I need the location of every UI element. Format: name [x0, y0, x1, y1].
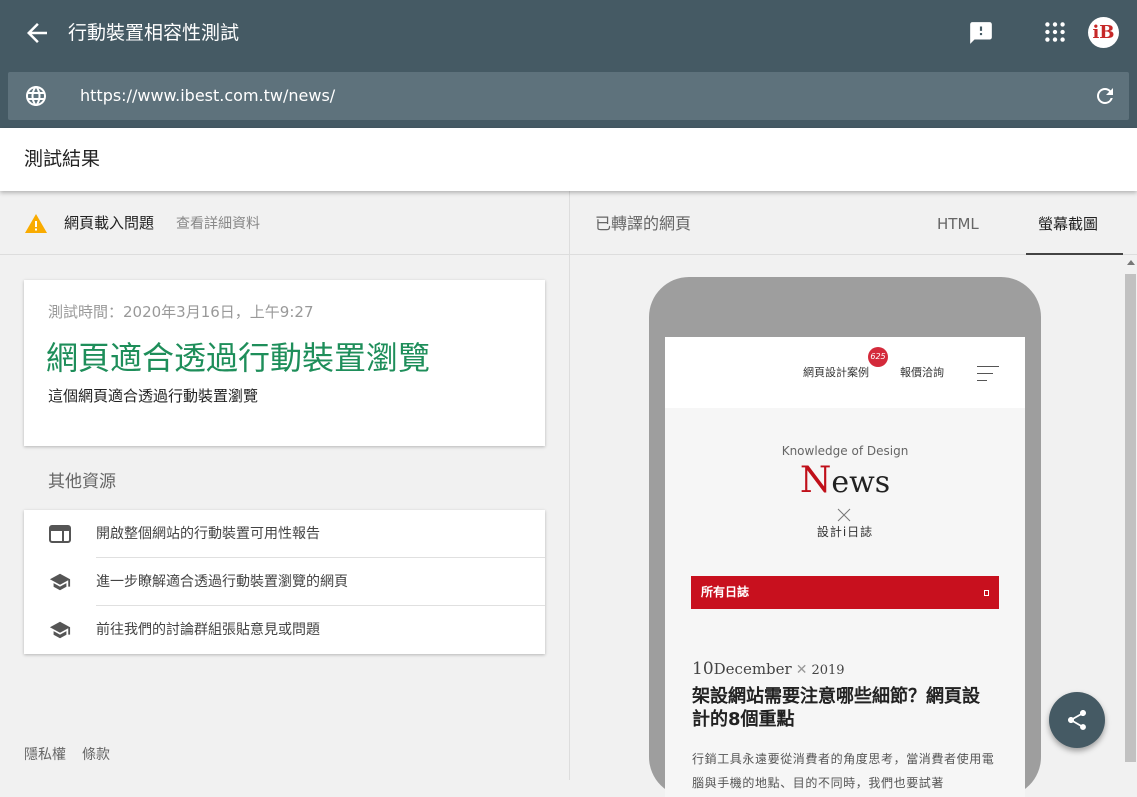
- list-item[interactable]: 進一步瞭解適合透過行動裝置瀏覽的網頁: [24, 558, 545, 606]
- result-title: 測試結果: [24, 148, 101, 170]
- globe-icon: [24, 84, 48, 108]
- url-input[interactable]: https://www.ibest.com.tw/news/: [80, 84, 335, 108]
- phone-screenshot: 網頁設計案例 625 報價洽詢 Knowledge of Design News…: [665, 337, 1025, 797]
- tab-html[interactable]: HTML: [937, 213, 979, 235]
- hamburger-menu-icon: [977, 365, 999, 383]
- list-item-label: 開啟整個網站的行動裝置可用性報告: [96, 526, 320, 542]
- resources-list: 開啟整個網站的行動裝置可用性報告 進一步瞭解適合透過行動裝置瀏覽的網頁 前往我們…: [24, 510, 545, 654]
- active-tab-indicator: [1026, 253, 1123, 255]
- url-bar[interactable]: https://www.ibest.com.tw/news/: [8, 72, 1129, 120]
- preview-badge: 625: [868, 347, 888, 367]
- preview-date: 10December ✕ 2019: [692, 659, 845, 679]
- preview-category-bar: 所有日誌: [691, 576, 999, 609]
- feedback-icon[interactable]: [968, 20, 994, 46]
- preview-header: 網頁設計案例 625 報價洽詢: [665, 337, 1025, 408]
- preview-news-title: News: [799, 460, 891, 501]
- scrollbar-thumb[interactable]: [1125, 274, 1136, 762]
- list-item-label: 前往我們的討論群組張貼意見或問題: [96, 622, 320, 638]
- preview-nav-quote: 報價洽詢: [900, 366, 944, 379]
- school-icon: [48, 571, 72, 593]
- share-icon: [1068, 710, 1086, 730]
- page-load-issue-label: 網頁載入問題: [64, 214, 155, 232]
- app-title: 行動裝置相容性測試: [68, 22, 240, 44]
- preview-category-label: 所有日誌: [701, 585, 750, 599]
- verdict-subtitle: 這個網頁適合透過行動裝置瀏覽: [48, 387, 259, 405]
- mobile-friendly-verdict: 網頁適合透過行動裝置瀏覽: [46, 339, 431, 377]
- dropdown-square-icon: [984, 590, 989, 596]
- view-details-link[interactable]: 查看詳細資料: [176, 214, 260, 234]
- list-item[interactable]: 開啟整個網站的行動裝置可用性報告: [24, 510, 545, 558]
- school-icon: [48, 619, 72, 641]
- left-panel: 網頁載入問題 查看詳細資料 測試時間：2020年3月16日，上午9:27 網頁適…: [0, 191, 569, 780]
- result-bar: 測試結果: [0, 128, 1137, 191]
- share-button[interactable]: [1049, 692, 1105, 748]
- scrollbar[interactable]: [1124, 256, 1137, 780]
- cross-icon: [837, 507, 851, 522]
- apps-grid-icon[interactable]: [1042, 19, 1068, 45]
- preview-nav-cases: 網頁設計案例: [803, 366, 869, 379]
- rendered-page-tabs: 已轉譯的網頁 HTML 螢幕截圖: [570, 191, 1137, 255]
- list-item[interactable]: 前往我們的討論群組張貼意見或問題: [24, 606, 545, 654]
- scroll-up-arrow-icon[interactable]: [1127, 260, 1135, 265]
- app-header: 行動裝置相容性測試 iB https://www.ibest.com.tw/ne…: [0, 0, 1137, 128]
- other-resources-heading: 其他資源: [48, 472, 116, 492]
- back-arrow-icon[interactable]: [22, 18, 52, 48]
- account-avatar[interactable]: iB: [1088, 17, 1119, 48]
- issue-bar: 網頁載入問題 查看詳細資料: [0, 191, 569, 255]
- warning-icon: [24, 213, 48, 235]
- preview-headline: 架設網站需要注意哪些細節？網頁設計的8個重點: [692, 686, 980, 730]
- test-time: 測試時間：2020年3月16日，上午9:27: [48, 303, 314, 321]
- rendered-page-label: 已轉譯的網頁: [595, 214, 692, 233]
- refresh-icon[interactable]: [1093, 84, 1117, 108]
- footer: 隱私權 條款: [24, 745, 126, 765]
- terms-link[interactable]: 條款: [82, 747, 110, 763]
- privacy-link[interactable]: 隱私權: [24, 747, 66, 763]
- preview-kicker: Knowledge of Design: [781, 444, 909, 458]
- web-report-icon: [48, 523, 72, 545]
- preview-diary-label: 設計i日誌: [816, 525, 874, 539]
- preview-body: 行銷工具永遠要從消費者的角度思考，當消費者使用電腦與手機的地點、目的不同時，我們…: [692, 752, 995, 790]
- tab-screenshot[interactable]: 螢幕截圖: [1038, 213, 1098, 235]
- list-item-label: 進一步瞭解適合透過行動裝置瀏覽的網頁: [96, 574, 348, 590]
- result-card: 測試時間：2020年3月16日，上午9:27 網頁適合透過行動裝置瀏覽 這個網頁…: [24, 280, 545, 446]
